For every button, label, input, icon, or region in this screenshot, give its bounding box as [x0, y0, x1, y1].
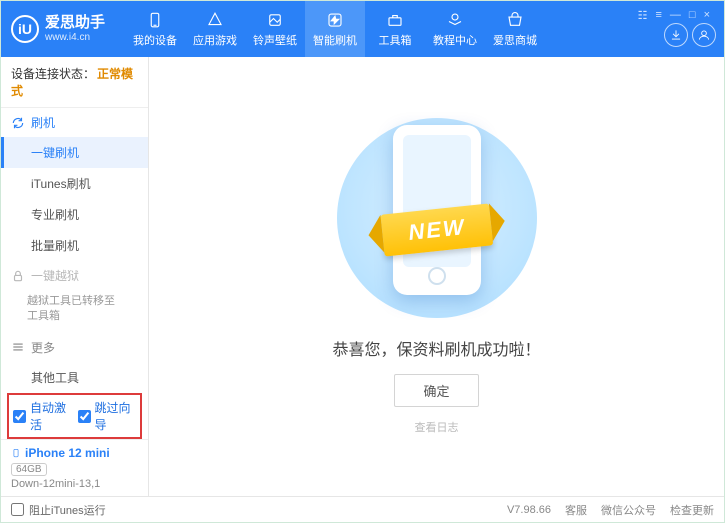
nav-label: 教程中心	[433, 32, 477, 48]
top-nav: 我的设备 应用游戏 铃声壁纸 智能刷机 工具箱 教程中心	[125, 1, 545, 57]
app-icon	[206, 11, 224, 29]
nav-label: 我的设备	[133, 32, 177, 48]
nav-toolbox[interactable]: 工具箱	[365, 1, 425, 57]
nav-tutorial[interactable]: 教程中心	[425, 1, 485, 57]
section-more-head[interactable]: 更多	[1, 333, 148, 362]
view-log-link[interactable]: 查看日志	[415, 419, 459, 435]
auto-activate-checkbox[interactable]: 自动激活	[13, 399, 72, 433]
nav-label: 智能刷机	[313, 32, 357, 48]
sidebar-item-pro[interactable]: 专业刷机	[1, 199, 148, 230]
nav-ringtone[interactable]: 铃声壁纸	[245, 1, 305, 57]
store-icon	[506, 11, 524, 29]
sidebar: 设备连接状态：正常模式 刷机 一键刷机 iTunes刷机 专业刷机 批量刷机	[1, 57, 149, 496]
device-name[interactable]: iPhone 12 mini	[11, 446, 138, 460]
toolbox-icon	[386, 11, 404, 29]
update-link[interactable]: 检查更新	[670, 502, 714, 518]
checkbox-label: 阻止iTunes运行	[29, 502, 106, 518]
section-flash: 刷机 一键刷机 iTunes刷机 专业刷机 批量刷机	[1, 108, 148, 261]
sidebar-item-batch[interactable]: 批量刷机	[1, 230, 148, 261]
section-jailbreak-head: 一键越狱	[1, 261, 148, 290]
success-illustration: NEW	[337, 118, 537, 318]
section-title: 一键越狱	[31, 267, 79, 284]
brand-logo-icon: iU	[11, 15, 39, 43]
device-storage: 64GB	[11, 463, 47, 476]
nav-flash[interactable]: 智能刷机	[305, 1, 365, 57]
lock-icon	[11, 269, 25, 283]
section-jailbreak: 一键越狱 越狱工具已转移至 工具箱	[1, 261, 148, 325]
window-controls: ☷ ≡ — □ ×	[632, 5, 716, 25]
nav-label: 铃声壁纸	[253, 32, 297, 48]
account-button[interactable]	[692, 23, 716, 47]
wechat-link[interactable]: 微信公众号	[601, 502, 656, 518]
brand: iU 爱思助手 www.i4.cn	[1, 1, 115, 57]
nav-apps[interactable]: 应用游戏	[185, 1, 245, 57]
service-link[interactable]: 客服	[565, 502, 587, 518]
sync-icon	[11, 116, 25, 130]
confirm-button[interactable]: 确定	[394, 374, 478, 407]
success-message: 恭喜您，保资料刷机成功啦！	[332, 336, 540, 360]
maximize-button[interactable]: □	[689, 9, 696, 21]
body: 设备连接状态：正常模式 刷机 一键刷机 iTunes刷机 专业刷机 批量刷机	[1, 57, 724, 496]
brand-subtitle: www.i4.cn	[45, 32, 105, 43]
options-highlight: 自动激活 跳过向导	[7, 393, 142, 439]
flash-icon	[326, 11, 344, 29]
section-title: 刷机	[31, 114, 55, 131]
main-content: NEW 恭喜您，保资料刷机成功啦！ 确定 查看日志	[149, 57, 724, 496]
section-flash-head[interactable]: 刷机	[1, 108, 148, 137]
download-button[interactable]	[664, 23, 688, 47]
wallpaper-icon	[266, 11, 284, 29]
status-label: 设备连接状态：	[11, 67, 95, 81]
nav-label: 应用游戏	[193, 32, 237, 48]
sidebar-item-itunes[interactable]: iTunes刷机	[1, 168, 148, 199]
skip-guide-input[interactable]	[78, 410, 91, 423]
device-name-label: iPhone 12 mini	[25, 446, 110, 460]
connection-status: 设备连接状态：正常模式	[1, 57, 148, 108]
phone-icon	[146, 11, 164, 29]
close-button[interactable]: ×	[704, 9, 710, 21]
sidebar-item-other[interactable]: 其他工具	[1, 362, 148, 393]
nav-label: 工具箱	[379, 32, 412, 48]
nav-store[interactable]: 爱思商城	[485, 1, 545, 57]
section-more: 更多 其他工具 下载固件 高级功能	[1, 333, 148, 393]
device-icon	[11, 446, 21, 460]
section-title: 更多	[31, 339, 55, 356]
device-block: iPhone 12 mini 64GB Down-12mini-13,1	[1, 439, 148, 496]
auto-activate-input[interactable]	[13, 410, 26, 423]
minimize-button[interactable]: —	[670, 9, 681, 21]
skip-guide-checkbox[interactable]: 跳过向导	[78, 399, 137, 433]
jailbreak-note: 越狱工具已转移至 工具箱	[27, 294, 140, 325]
titlebar: ☷ ≡ — □ × iU 爱思助手 www.i4.cn 我的设备 应用游戏	[1, 1, 724, 57]
block-itunes-input[interactable]	[11, 503, 24, 516]
block-itunes-checkbox[interactable]: 阻止iTunes运行	[11, 502, 106, 518]
brand-title: 爱思助手	[45, 15, 105, 32]
skin-button[interactable]: ☷	[638, 9, 648, 22]
tutorial-icon	[446, 11, 464, 29]
nav-label: 爱思商城	[493, 32, 537, 48]
checkbox-label: 跳过向导	[95, 399, 137, 433]
menu-button[interactable]: ≡	[655, 9, 661, 21]
app-window: ☷ ≡ — □ × iU 爱思助手 www.i4.cn 我的设备 应用游戏	[0, 0, 725, 523]
checkbox-label: 自动激活	[30, 399, 72, 433]
more-icon	[11, 340, 25, 354]
device-model: Down-12mini-13,1	[11, 478, 138, 490]
version-label: V7.98.66	[507, 504, 551, 516]
footer: 阻止iTunes运行 V7.98.66 客服 微信公众号 检查更新	[1, 496, 724, 522]
sidebar-item-oneclick[interactable]: 一键刷机	[1, 137, 148, 168]
nav-device[interactable]: 我的设备	[125, 1, 185, 57]
